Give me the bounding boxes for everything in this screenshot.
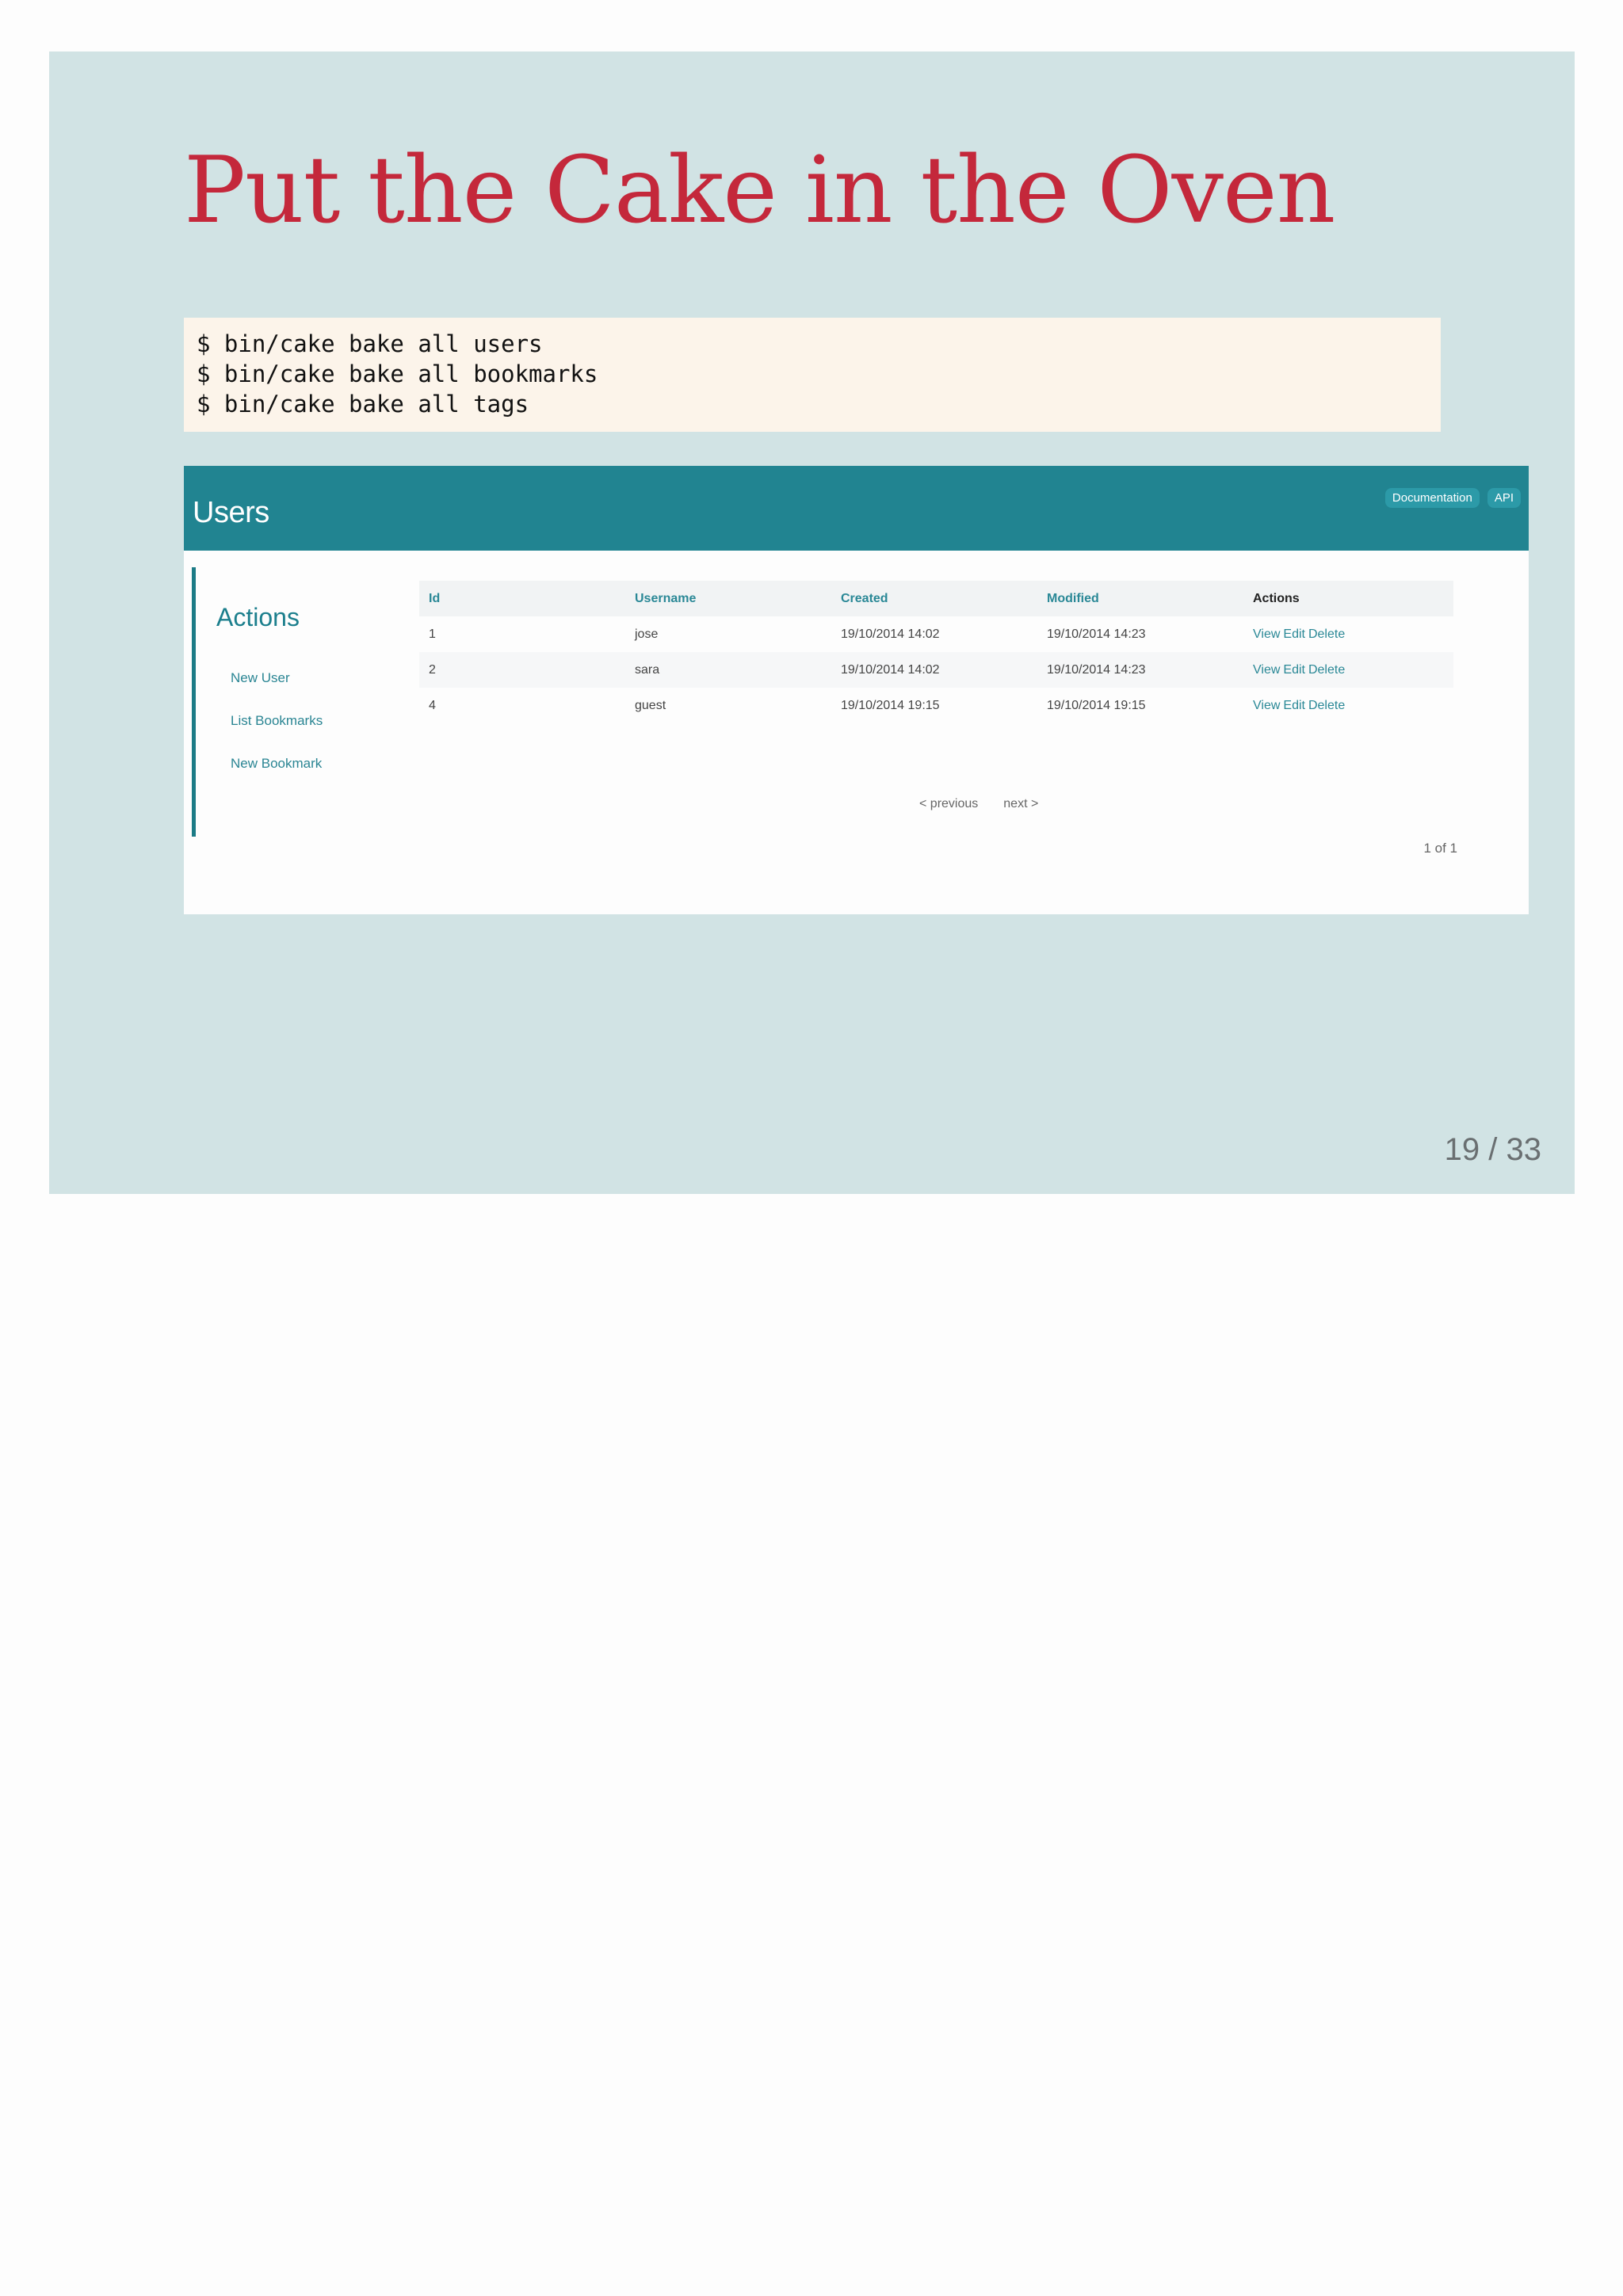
actions-sidebar: Actions New User List Bookmarks New Book… bbox=[192, 567, 410, 837]
api-link[interactable]: API bbox=[1487, 488, 1521, 508]
cell-id: 4 bbox=[429, 698, 436, 712]
edit-link[interactable]: Edit bbox=[1283, 627, 1305, 641]
delete-link[interactable]: Delete bbox=[1308, 663, 1345, 677]
code-block: $ bin/cake bake all users $ bin/cake bak… bbox=[184, 318, 1441, 432]
view-link[interactable]: View bbox=[1253, 699, 1280, 712]
app-title: Users bbox=[193, 496, 269, 529]
cell-actions: View Edit Delete bbox=[1243, 616, 1453, 652]
cell-id: 2 bbox=[419, 652, 625, 688]
column-header-actions: Actions bbox=[1243, 581, 1453, 616]
table-row: 1 jose 19/10/2014 14:02 19/10/2014 14:23… bbox=[419, 616, 1453, 652]
table-row: 2 sara 19/10/2014 14:02 19/10/2014 14:23… bbox=[419, 652, 1453, 688]
app-header: Users Documentation API bbox=[184, 466, 1529, 551]
cell-actions: View Edit Delete bbox=[1243, 652, 1453, 688]
code-line: $ bin/cake bake all tags bbox=[197, 391, 529, 418]
cell-modified: 19/10/2014 14:23 bbox=[1037, 652, 1243, 688]
list-bookmarks-link[interactable]: List Bookmarks bbox=[231, 713, 323, 729]
column-header-created[interactable]: Created bbox=[831, 581, 1037, 616]
table-header-row: Id Username Created Modified Actions bbox=[419, 581, 1453, 616]
slide: Put the Cake in the Oven $ bin/cake bake… bbox=[49, 51, 1575, 1194]
cell-id: 1 bbox=[429, 627, 436, 641]
cell-username: sara bbox=[625, 652, 831, 688]
slide-title: Put the Cake in the Oven bbox=[184, 137, 1335, 244]
cell-username: guest bbox=[635, 698, 666, 712]
delete-link[interactable]: Delete bbox=[1308, 699, 1345, 712]
previous-page-link[interactable]: < previous bbox=[919, 797, 978, 811]
documentation-link[interactable]: Documentation bbox=[1384, 488, 1480, 508]
cell-username: jose bbox=[635, 627, 659, 641]
column-header-modified[interactable]: Modified bbox=[1037, 581, 1243, 616]
new-bookmark-link[interactable]: New Bookmark bbox=[231, 756, 322, 772]
cell-created: 19/10/2014 19:15 bbox=[841, 698, 940, 712]
table-row: 4 guest 19/10/2014 19:15 19/10/2014 19:1… bbox=[419, 688, 1453, 723]
edit-link[interactable]: Edit bbox=[1283, 699, 1305, 712]
new-user-link[interactable]: New User bbox=[231, 670, 290, 686]
pager: < previous next > bbox=[919, 797, 1038, 811]
next-page-link[interactable]: next > bbox=[1003, 797, 1038, 811]
cell-modified: 19/10/2014 14:23 bbox=[1047, 627, 1146, 641]
slide-number: 19 / 33 bbox=[1444, 1132, 1541, 1167]
code-line: $ bin/cake bake all bookmarks bbox=[197, 360, 598, 387]
edit-link[interactable]: Edit bbox=[1283, 663, 1305, 677]
delete-link[interactable]: Delete bbox=[1308, 627, 1345, 641]
cell-created: 19/10/2014 14:02 bbox=[831, 652, 1037, 688]
view-link[interactable]: View bbox=[1253, 663, 1280, 677]
header-links: Documentation API bbox=[1384, 488, 1521, 508]
app-screenshot: Users Documentation API Actions New User… bbox=[184, 466, 1529, 914]
code-line: $ bin/cake bake all users bbox=[197, 330, 543, 357]
cell-modified: 19/10/2014 19:15 bbox=[1047, 698, 1146, 712]
column-header-username[interactable]: Username bbox=[625, 581, 831, 616]
sidebar-heading: Actions bbox=[216, 603, 300, 631]
cell-actions: View Edit Delete bbox=[1243, 688, 1453, 723]
users-table: Id Username Created Modified Actions 1 j… bbox=[419, 581, 1453, 723]
view-link[interactable]: View bbox=[1253, 627, 1280, 641]
page-counter: 1 of 1 bbox=[1423, 841, 1457, 856]
column-header-id[interactable]: Id bbox=[419, 581, 625, 616]
cell-created: 19/10/2014 14:02 bbox=[841, 627, 940, 641]
